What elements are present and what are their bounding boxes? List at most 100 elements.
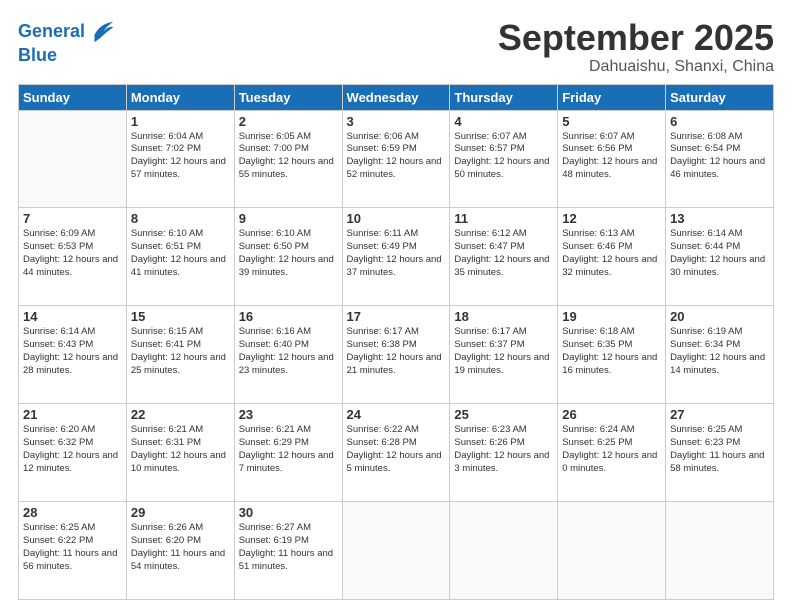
table-cell: 28Sunrise: 6:25 AMSunset: 6:22 PMDayligh… (19, 502, 127, 600)
table-cell: 29Sunrise: 6:26 AMSunset: 6:20 PMDayligh… (126, 502, 234, 600)
day-info: Sunrise: 6:15 AMSunset: 6:41 PMDaylight:… (131, 326, 230, 377)
table-cell: 16 Sunrise: 6:16 AMSunset: 6:40 PMDayligh… (234, 306, 342, 404)
day-info: Sunrise: 6:14 AMSunset: 6:44 PMDaylight:… (670, 228, 769, 279)
logo-bird-icon (87, 18, 115, 46)
day-info: Sunrise: 6:07 AMSunset: 6:56 PMDaylight:… (562, 131, 661, 182)
day-info: Sunrise: 6:14 AMSunset: 6:43 PMDaylight:… (23, 326, 122, 377)
header-monday: Monday (126, 84, 234, 110)
header-thursday: Thursday (450, 84, 558, 110)
day-info: Sunrise: 6:17 AMSunset: 6:38 PMDaylight:… (347, 326, 446, 377)
title-section: September 2025 Dahuaishu, Shanxi, China (498, 18, 774, 76)
table-cell: 15 Sunrise: 6:15 AMSunset: 6:41 PMDayligh… (126, 306, 234, 404)
table-cell (558, 502, 666, 600)
day-info: Sunrise: 6:26 AMSunset: 6:20 PMDaylight:… (131, 522, 230, 573)
day-number: 10 (347, 211, 446, 226)
table-cell: 3 Sunrise: 6:06 AMSunset: 6:59 PMDaylight… (342, 110, 450, 208)
day-info: Sunrise: 6:06 AMSunset: 6:59 PMDaylight:… (347, 131, 446, 182)
calendar-week-row: 28Sunrise: 6:25 AMSunset: 6:22 PMDayligh… (19, 502, 774, 600)
day-info: Sunrise: 6:08 AMSunset: 6:54 PMDaylight:… (670, 131, 769, 182)
day-number: 15 (131, 309, 230, 324)
day-number: 30 (239, 505, 338, 520)
day-info: Sunrise: 6:27 AMSunset: 6:19 PMDaylight:… (239, 522, 338, 573)
day-info: Sunrise: 6:19 AMSunset: 6:34 PMDaylight:… (670, 326, 769, 377)
day-number: 11 (454, 211, 553, 226)
location-title: Dahuaishu, Shanxi, China (498, 58, 774, 76)
day-info: Sunrise: 6:22 AMSunset: 6:28 PMDaylight:… (347, 424, 446, 475)
day-info: Sunrise: 6:12 AMSunset: 6:47 PMDaylight:… (454, 228, 553, 279)
header-tuesday: Tuesday (234, 84, 342, 110)
table-cell: 12Sunrise: 6:13 AMSunset: 6:46 PMDayligh… (558, 208, 666, 306)
table-cell: 1 Sunrise: 6:04 AMSunset: 7:02 PMDaylight… (126, 110, 234, 208)
day-number: 20 (670, 309, 769, 324)
top-section: General Blue September 2025 Dahuaishu, S… (18, 18, 774, 76)
table-cell: 14 Sunrise: 6:14 AMSunset: 6:43 PMDayligh… (19, 306, 127, 404)
day-number: 19 (562, 309, 661, 324)
day-number: 8 (131, 211, 230, 226)
day-number: 23 (239, 407, 338, 422)
day-number: 17 (347, 309, 446, 324)
day-info: Sunrise: 6:09 AMSunset: 6:53 PMDaylight:… (23, 228, 122, 279)
table-cell: 24 Sunrise: 6:22 AMSunset: 6:28 PMDayligh… (342, 404, 450, 502)
day-number: 26 (562, 407, 661, 422)
day-number: 14 (23, 309, 122, 324)
day-number: 6 (670, 114, 769, 129)
day-info: Sunrise: 6:10 AMSunset: 6:51 PMDaylight:… (131, 228, 230, 279)
page: General Blue September 2025 Dahuaishu, S… (0, 0, 792, 612)
table-cell: 30 Sunrise: 6:27 AMSunset: 6:19 PMDayligh… (234, 502, 342, 600)
table-cell (666, 502, 774, 600)
table-cell (19, 110, 127, 208)
table-cell: 20 Sunrise: 6:19 AMSunset: 6:34 PMDayligh… (666, 306, 774, 404)
day-number: 22 (131, 407, 230, 422)
day-number: 16 (239, 309, 338, 324)
day-info: Sunrise: 6:18 AMSunset: 6:35 PMDaylight:… (562, 326, 661, 377)
day-info: Sunrise: 6:25 AMSunset: 6:23 PMDaylight:… (670, 424, 769, 475)
day-info: Sunrise: 6:11 AMSunset: 6:49 PMDaylight:… (347, 228, 446, 279)
table-cell: 6 Sunrise: 6:08 AMSunset: 6:54 PMDaylight… (666, 110, 774, 208)
table-cell: 11 Sunrise: 6:12 AMSunset: 6:47 PMDayligh… (450, 208, 558, 306)
day-info: Sunrise: 6:16 AMSunset: 6:40 PMDaylight:… (239, 326, 338, 377)
logo-text: General (18, 22, 85, 42)
day-info: Sunrise: 6:21 AMSunset: 6:29 PMDaylight:… (239, 424, 338, 475)
day-info: Sunrise: 6:21 AMSunset: 6:31 PMDaylight:… (131, 424, 230, 475)
table-cell: 7Sunrise: 6:09 AMSunset: 6:53 PMDaylight… (19, 208, 127, 306)
table-cell: 17 Sunrise: 6:17 AMSunset: 6:38 PMDayligh… (342, 306, 450, 404)
calendar-week-row: 1 Sunrise: 6:04 AMSunset: 7:02 PMDaylight… (19, 110, 774, 208)
day-number: 3 (347, 114, 446, 129)
table-cell: 22 Sunrise: 6:21 AMSunset: 6:31 PMDayligh… (126, 404, 234, 502)
day-number: 13 (670, 211, 769, 226)
table-cell: 23 Sunrise: 6:21 AMSunset: 6:29 PMDayligh… (234, 404, 342, 502)
table-cell: 21 Sunrise: 6:20 AMSunset: 6:32 PMDayligh… (19, 404, 127, 502)
header-sunday: Sunday (19, 84, 127, 110)
day-info: Sunrise: 6:07 AMSunset: 6:57 PMDaylight:… (454, 131, 553, 182)
header-saturday: Saturday (666, 84, 774, 110)
table-cell: 26 Sunrise: 6:24 AMSunset: 6:25 PMDayligh… (558, 404, 666, 502)
day-info: Sunrise: 6:25 AMSunset: 6:22 PMDaylight:… (23, 522, 122, 573)
day-info: Sunrise: 6:20 AMSunset: 6:32 PMDaylight:… (23, 424, 122, 475)
table-cell: 9Sunrise: 6:10 AMSunset: 6:50 PMDaylight… (234, 208, 342, 306)
logo-text2: Blue (18, 46, 115, 66)
table-cell: 27Sunrise: 6:25 AMSunset: 6:23 PMDayligh… (666, 404, 774, 502)
table-cell: 5 Sunrise: 6:07 AMSunset: 6:56 PMDaylight… (558, 110, 666, 208)
day-number: 5 (562, 114, 661, 129)
day-info: Sunrise: 6:04 AMSunset: 7:02 PMDaylight:… (131, 131, 230, 182)
day-number: 2 (239, 114, 338, 129)
logo: General Blue (18, 18, 115, 66)
day-info: Sunrise: 6:10 AMSunset: 6:50 PMDaylight:… (239, 228, 338, 279)
calendar-week-row: 7Sunrise: 6:09 AMSunset: 6:53 PMDaylight… (19, 208, 774, 306)
day-number: 4 (454, 114, 553, 129)
day-number: 1 (131, 114, 230, 129)
day-info: Sunrise: 6:24 AMSunset: 6:25 PMDaylight:… (562, 424, 661, 475)
day-number: 18 (454, 309, 553, 324)
day-info: Sunrise: 6:17 AMSunset: 6:37 PMDaylight:… (454, 326, 553, 377)
day-info: Sunrise: 6:13 AMSunset: 6:46 PMDaylight:… (562, 228, 661, 279)
table-cell: 10 Sunrise: 6:11 AMSunset: 6:49 PMDayligh… (342, 208, 450, 306)
day-number: 21 (23, 407, 122, 422)
day-info: Sunrise: 6:23 AMSunset: 6:26 PMDaylight:… (454, 424, 553, 475)
header-wednesday: Wednesday (342, 84, 450, 110)
table-cell: 18 Sunrise: 6:17 AMSunset: 6:37 PMDayligh… (450, 306, 558, 404)
day-info: Sunrise: 6:05 AMSunset: 7:00 PMDaylight:… (239, 131, 338, 182)
day-number: 24 (347, 407, 446, 422)
month-title: September 2025 (498, 18, 774, 58)
table-cell (342, 502, 450, 600)
header-friday: Friday (558, 84, 666, 110)
